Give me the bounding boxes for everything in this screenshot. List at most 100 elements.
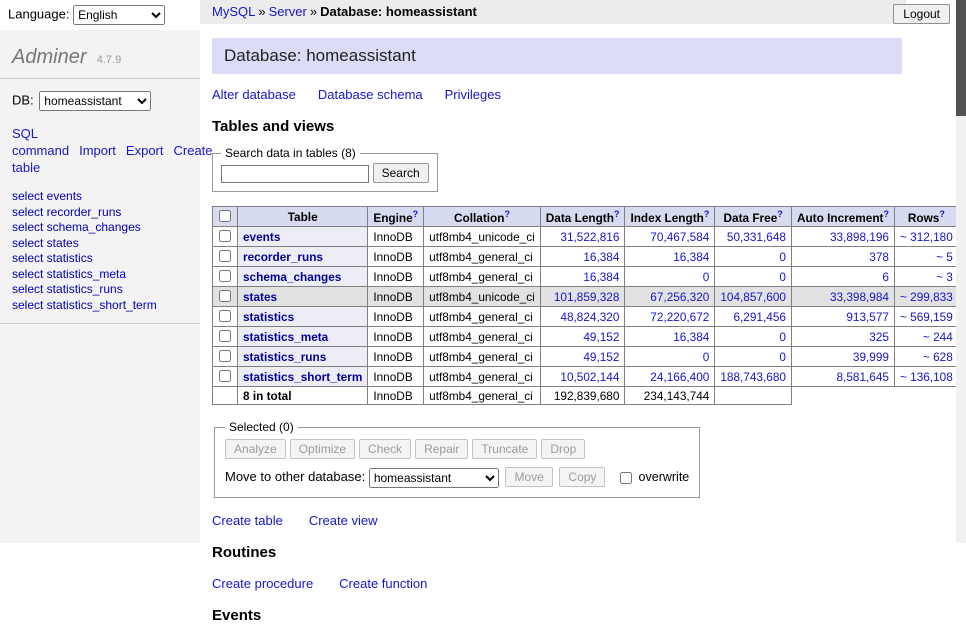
sidebar-table-link-select-statistics-runs[interactable]: select statistics_runs [12, 282, 188, 298]
sidebar-link-export[interactable]: Export [126, 143, 164, 158]
rows-link[interactable]: ~ 5 [936, 250, 953, 264]
data-free-link[interactable]: 0 [779, 330, 786, 344]
data-free-link[interactable]: 50,331,648 [727, 230, 786, 244]
auto-increment-link[interactable]: 913,577 [846, 310, 889, 324]
index-length-link[interactable]: 16,384 [673, 250, 709, 264]
help-link[interactable]: ? [883, 209, 889, 219]
index-length-link[interactable]: 24,166,400 [650, 370, 709, 384]
table-name-link[interactable]: statistics [243, 310, 294, 324]
overwrite-checkbox[interactable] [620, 472, 632, 484]
help-link[interactable]: ? [777, 209, 783, 219]
row-checkbox[interactable] [219, 330, 231, 342]
routine-link-create-function[interactable]: Create function [339, 576, 427, 591]
data-length-link[interactable]: 10,502,144 [560, 370, 619, 384]
table-name-link[interactable]: schema_changes [243, 270, 341, 284]
optimize-button[interactable]: Optimize [290, 439, 355, 459]
table-name-link[interactable]: statistics_short_term [243, 370, 362, 384]
data-length-link[interactable]: 48,824,320 [560, 310, 619, 324]
sidebar-link-import[interactable]: Import [79, 143, 116, 158]
index-length-link[interactable]: 0 [703, 270, 710, 284]
index-length-link[interactable]: 67,256,320 [650, 290, 709, 304]
auto-increment-link[interactable]: 8,581,645 [837, 370, 889, 384]
sidebar-link-sql-command[interactable]: SQL command [12, 126, 69, 158]
move-button[interactable]: Move [505, 467, 552, 487]
scrollbar[interactable] [956, 0, 966, 543]
select-all-checkbox[interactable] [219, 210, 231, 222]
data-free-link[interactable]: 104,857,600 [720, 290, 786, 304]
rows-link[interactable]: ~ 244 [923, 330, 953, 344]
table-name-link[interactable]: states [243, 290, 277, 304]
auto-increment-link[interactable]: 39,999 [853, 350, 889, 364]
auto-increment-link[interactable]: 33,398,984 [830, 290, 889, 304]
table-name-link[interactable]: statistics_meta [243, 330, 328, 344]
row-checkbox[interactable] [219, 290, 231, 302]
index-length-link[interactable]: 70,467,584 [650, 230, 709, 244]
index-length-link[interactable]: 72,220,672 [650, 310, 709, 324]
search-input[interactable] [221, 165, 369, 183]
copy-button[interactable]: Copy [559, 467, 605, 487]
breadcrumb-link-server[interactable]: Server [269, 4, 307, 19]
help-link[interactable]: ? [504, 209, 510, 219]
data-length-link[interactable]: 16,384 [583, 250, 619, 264]
data-length-link[interactable]: 49,152 [583, 330, 619, 344]
move-db-select[interactable]: homeassistant [369, 468, 499, 488]
sidebar-table-link-select-recorder-runs[interactable]: select recorder_runs [12, 205, 188, 221]
auto-increment-link[interactable]: 325 [869, 330, 889, 344]
table-name-link[interactable]: statistics_runs [243, 350, 326, 364]
db-action-link-privileges[interactable]: Privileges [445, 87, 501, 102]
help-link[interactable]: ? [939, 209, 945, 219]
logout-button[interactable]: Logout [893, 4, 950, 24]
rows-link[interactable]: ~ 299,833 [900, 290, 953, 304]
table-name-link[interactable]: recorder_runs [243, 250, 323, 264]
repair-button[interactable]: Repair [415, 439, 468, 459]
help-link[interactable]: ? [614, 209, 620, 219]
row-checkbox[interactable] [219, 310, 231, 322]
analyze-button[interactable]: Analyze [225, 439, 286, 459]
row-checkbox[interactable] [219, 230, 231, 242]
data-length-link[interactable]: 31,522,816 [560, 230, 619, 244]
row-checkbox[interactable] [219, 370, 231, 382]
truncate-button[interactable]: Truncate [472, 439, 537, 459]
data-free-link[interactable]: 188,743,680 [720, 370, 786, 384]
auto-increment-link[interactable]: 33,898,196 [830, 230, 889, 244]
db-select[interactable]: homeassistant [39, 91, 151, 111]
data-length-link[interactable]: 49,152 [583, 350, 619, 364]
create-link-create-table[interactable]: Create table [212, 513, 283, 528]
sidebar-table-link-select-events[interactable]: select events [12, 189, 188, 205]
row-checkbox[interactable] [219, 270, 231, 282]
auto-increment-link[interactable]: 378 [869, 250, 889, 264]
db-action-link-alter-database[interactable]: Alter database [212, 87, 296, 102]
breadcrumb-link-mysql[interactable]: MySQL [212, 4, 255, 19]
data-free-link[interactable]: 0 [779, 350, 786, 364]
db-action-link-database-schema[interactable]: Database schema [318, 87, 423, 102]
rows-link[interactable]: ~ 3 [936, 270, 953, 284]
index-length-link[interactable]: 0 [703, 350, 710, 364]
table-name-link[interactable]: events [243, 230, 280, 244]
rows-link[interactable]: ~ 569,159 [900, 310, 953, 324]
row-checkbox[interactable] [219, 350, 231, 362]
data-free-link[interactable]: 0 [779, 250, 786, 264]
data-free-link[interactable]: 0 [779, 270, 786, 284]
sidebar-table-link-select-statistics-meta[interactable]: select statistics_meta [12, 267, 188, 283]
rows-link[interactable]: ~ 628 [923, 350, 953, 364]
check-button[interactable]: Check [359, 439, 411, 459]
help-link[interactable]: ? [413, 209, 419, 219]
rows-link[interactable]: ~ 312,180 [900, 230, 953, 244]
help-link[interactable]: ? [704, 209, 710, 219]
routine-link-create-procedure[interactable]: Create procedure [212, 576, 313, 591]
data-length-link[interactable]: 16,384 [583, 270, 619, 284]
language-select[interactable]: English [73, 5, 165, 25]
create-link-create-view[interactable]: Create view [309, 513, 378, 528]
data-free-link[interactable]: 6,291,456 [733, 310, 785, 324]
scrollbar-thumb[interactable] [956, 0, 966, 116]
index-length-link[interactable]: 16,384 [673, 330, 709, 344]
search-button[interactable]: Search [373, 163, 429, 183]
sidebar-table-link-select-states[interactable]: select states [12, 236, 188, 252]
sidebar-table-link-select-statistics-short-term[interactable]: select statistics_short_term [12, 298, 188, 314]
sidebar-table-link-select-statistics[interactable]: select statistics [12, 251, 188, 267]
rows-link[interactable]: ~ 136,108 [900, 370, 953, 384]
auto-increment-link[interactable]: 6 [882, 270, 889, 284]
drop-button[interactable]: Drop [541, 439, 585, 459]
row-checkbox[interactable] [219, 250, 231, 262]
sidebar-table-link-select-schema-changes[interactable]: select schema_changes [12, 220, 188, 236]
